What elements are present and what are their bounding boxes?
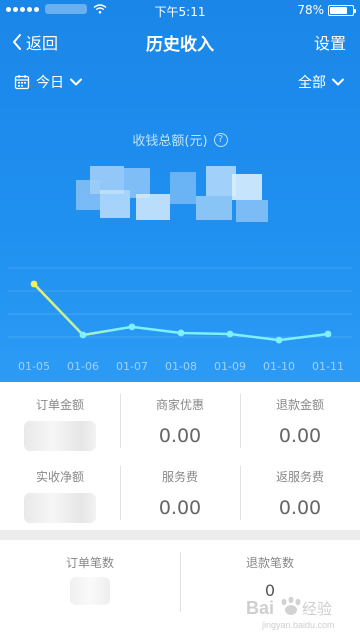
stat-service-fee[interactable]: 服务费 0.00 [120, 468, 240, 519]
stat-refund-amount[interactable]: 退款金额 0.00 [240, 396, 360, 447]
calendar-icon [14, 75, 30, 90]
data-point[interactable] [30, 280, 38, 288]
stat-label: 商家优惠 [155, 398, 204, 412]
chevron-down-icon [70, 78, 82, 86]
header-panel: 下午5:11 78% 返回 历史收入 设置 今日 全部 收钱总额(元) ? 01… [0, 0, 360, 382]
count-label: 退款笔数 [245, 556, 294, 570]
x-tick-label: 01-09 [214, 360, 246, 373]
battery-fill [330, 6, 348, 14]
settings-button[interactable]: 设置 [314, 30, 346, 54]
help-icon[interactable]: ? [213, 132, 228, 147]
stat-value: 0.00 [158, 425, 202, 447]
counts-panel: 订单笔数 退款笔数 0 Bai 经验 jingyan.baidu.com [0, 540, 360, 640]
stat-value: 0.00 [278, 497, 322, 519]
data-point[interactable] [79, 331, 87, 339]
divider [180, 552, 181, 612]
data-point[interactable] [226, 330, 234, 338]
divider [240, 466, 241, 520]
x-tick-label: 01-10 [263, 360, 295, 373]
data-point[interactable] [324, 330, 332, 338]
net-received-blurred [24, 493, 96, 523]
page-title: 历史收入 [146, 35, 214, 55]
stat-label: 退款金额 [275, 398, 324, 412]
battery-icon [328, 4, 356, 16]
x-tick-label: 01-08 [165, 360, 197, 373]
svg-text:Bai: Bai [246, 598, 274, 618]
chart-points [30, 280, 332, 344]
divider [120, 466, 121, 520]
stat-value: 0.00 [278, 425, 322, 447]
x-tick-label: 01-07 [116, 360, 148, 373]
stats-panel: 订单金额 商家优惠 0.00 退款金额 0.00 实收净额 服务费 0.00 返… [0, 382, 360, 530]
stat-net-received[interactable]: 实收净额 [0, 468, 120, 523]
stat-merchant-discount[interactable]: 商家优惠 0.00 [120, 396, 240, 447]
baidu-jingyan-watermark: Bai 经验 jingyan.baidu.com [246, 596, 335, 630]
total-amount-blurred [76, 166, 268, 222]
stat-value: 0.00 [158, 497, 202, 519]
stat-fee-rebate[interactable]: 返服务费 0.00 [240, 468, 360, 519]
divider [240, 394, 241, 448]
data-point[interactable] [128, 323, 136, 331]
income-line-chart: 01-05 01-06 01-07 01-08 01-09 01-10 01-11 [8, 267, 352, 373]
scope-filter-dropdown[interactable]: 全部 [298, 72, 344, 92]
battery-percent: 78% [297, 3, 324, 17]
status-bar: 下午5:11 78% [0, 0, 360, 20]
stat-label: 实收净额 [35, 470, 84, 484]
stat-label: 返服务费 [275, 470, 324, 484]
x-tick-label: 01-06 [67, 360, 99, 373]
divider [120, 394, 121, 448]
status-right: 78% [297, 3, 356, 17]
nav-bar: 返回 历史收入 设置 [0, 24, 360, 58]
svg-text:jingyan.baidu.com: jingyan.baidu.com [261, 620, 335, 630]
filter-bar: 今日 全部 [0, 70, 360, 94]
x-tick-label: 01-11 [312, 360, 344, 373]
stat-label: 服务费 [161, 470, 198, 484]
date-filter-label: 今日 [36, 75, 64, 91]
data-point[interactable] [177, 329, 185, 337]
count-orders[interactable]: 订单笔数 [0, 554, 180, 605]
total-amount-label-row: 收钱总额(元) ? [0, 130, 360, 149]
data-point[interactable] [275, 336, 283, 344]
stat-label: 订单金额 [35, 398, 84, 412]
x-tick-label: 01-05 [18, 360, 50, 373]
count-label: 订单笔数 [65, 556, 114, 570]
chart-x-ticks: 01-05 01-06 01-07 01-08 01-09 01-10 01-11 [18, 360, 344, 373]
date-filter-dropdown[interactable]: 今日 [14, 72, 82, 92]
chevron-down-icon [332, 78, 344, 86]
chart-grid [8, 267, 352, 338]
svg-text:经验: 经验 [302, 600, 332, 618]
total-amount-label: 收钱总额(元) [132, 134, 208, 149]
scope-filter-label: 全部 [298, 75, 326, 91]
order-amount-blurred [24, 421, 96, 451]
order-count-blurred [70, 577, 110, 605]
stat-order-amount[interactable]: 订单金额 [0, 396, 120, 451]
